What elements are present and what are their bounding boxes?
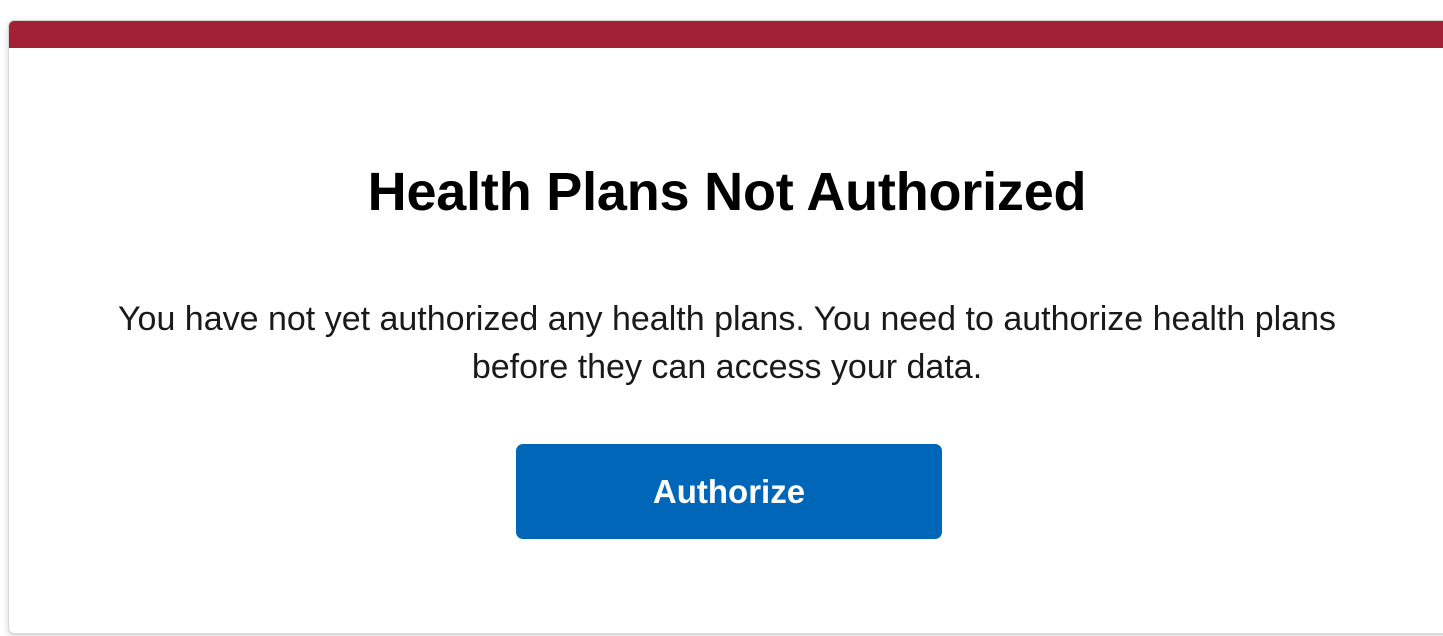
authorize-button[interactable]: Authorize bbox=[516, 444, 942, 539]
authorization-message: You have not yet authorized any health p… bbox=[117, 300, 1337, 386]
page-title: Health Plans Not Authorized bbox=[367, 162, 1087, 222]
authorization-card: Health Plans Not Authorized You have not… bbox=[8, 20, 1443, 634]
header-accent-bar bbox=[9, 21, 1443, 48]
